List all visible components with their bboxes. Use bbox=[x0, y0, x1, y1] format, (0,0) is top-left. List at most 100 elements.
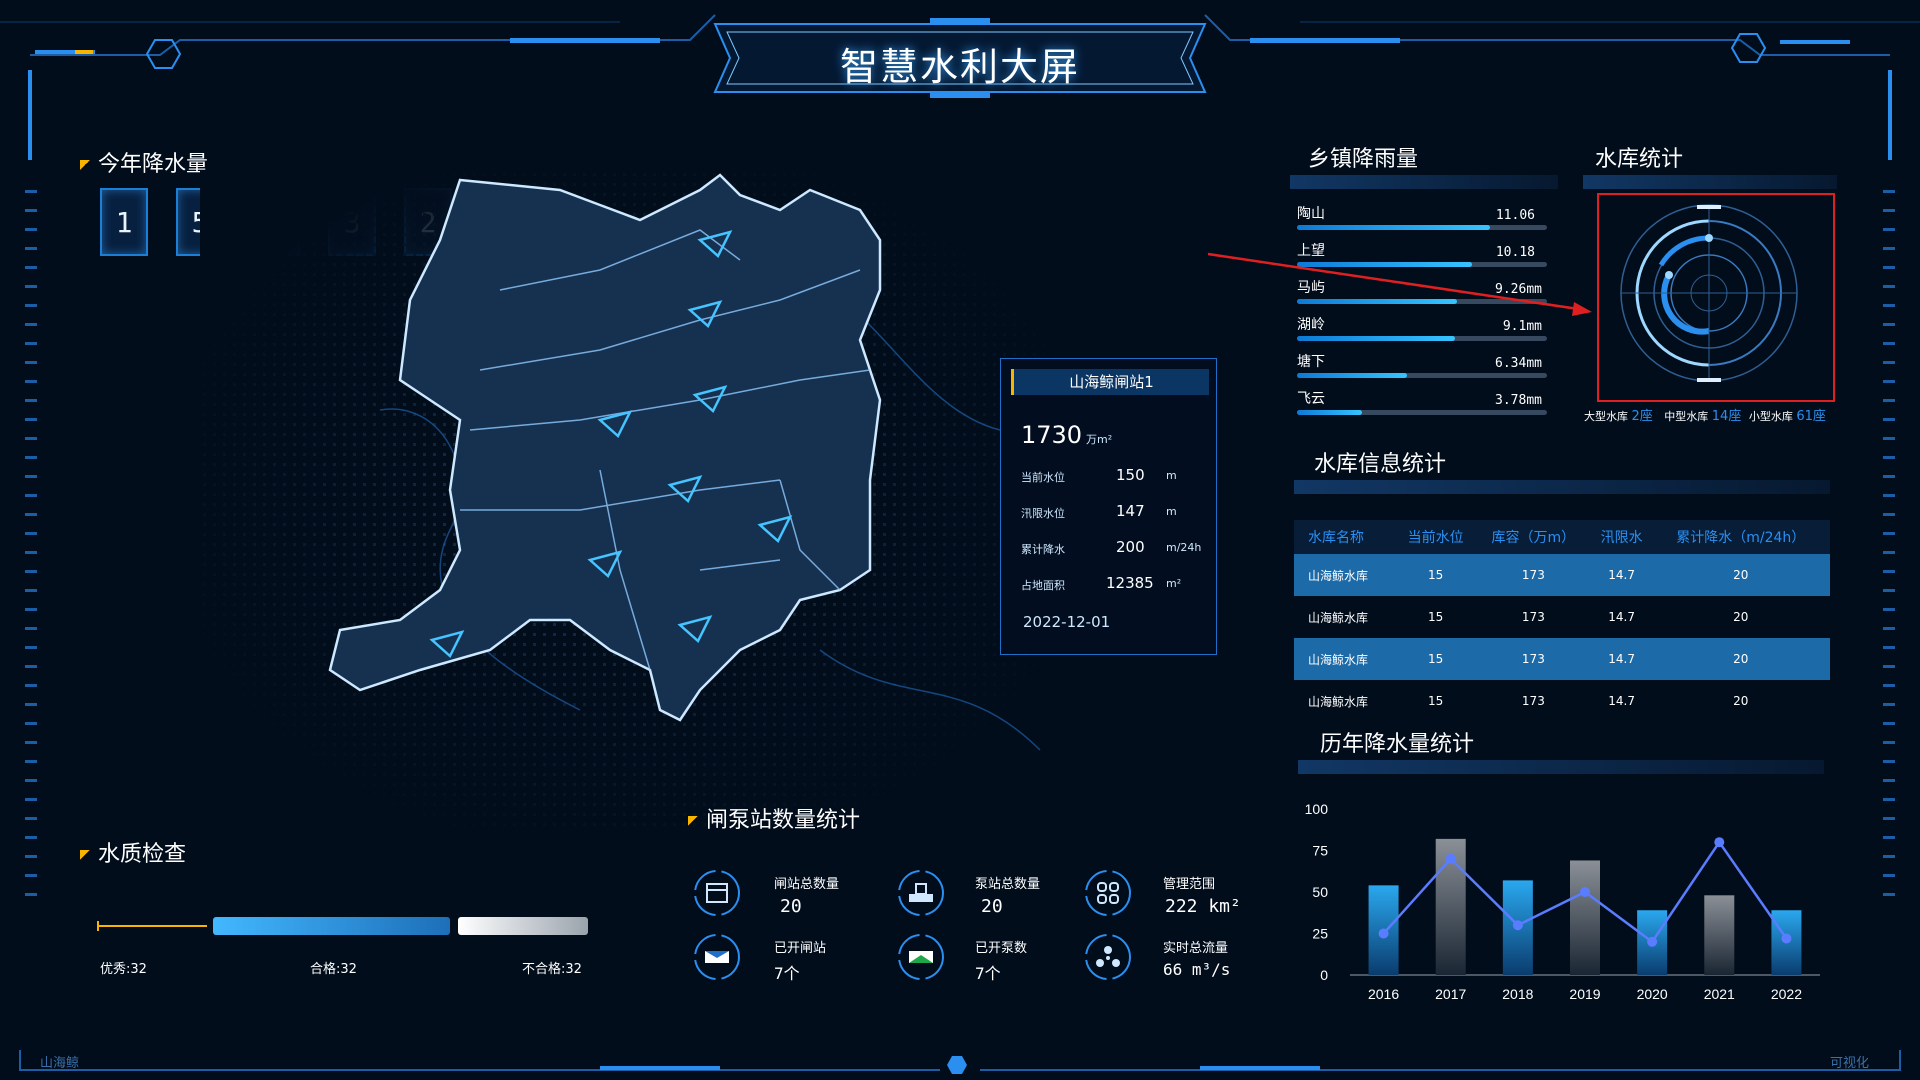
gate-icon bbox=[694, 870, 740, 916]
table-cell: 山海鲸水库 bbox=[1308, 610, 1369, 625]
stat-value: 20 bbox=[780, 896, 802, 917]
open-gate-icon bbox=[694, 934, 740, 980]
table-cell: 14.7 bbox=[1608, 694, 1635, 708]
table-cell: 15 bbox=[1396, 554, 1476, 596]
town-rain-value: 9.1mm bbox=[1502, 319, 1542, 334]
reservoir-stats-header: 水库统计 bbox=[1583, 141, 1837, 189]
town-rain-bar bbox=[1297, 373, 1547, 378]
section-marker-icon bbox=[688, 816, 698, 826]
table-cell: 15 bbox=[1427, 610, 1444, 624]
quality-bar-pass bbox=[213, 917, 450, 935]
section-marker-icon bbox=[80, 160, 90, 170]
stat-label: 已开闸站 bbox=[774, 941, 827, 956]
reservoir-radar-icon bbox=[1620, 204, 1798, 382]
x-tick-label: 2017 bbox=[1435, 986, 1466, 1002]
right-accent-bar bbox=[1888, 70, 1892, 160]
town-name: 飞云 bbox=[1297, 391, 1325, 407]
column-header: 水库名称 bbox=[1294, 520, 1397, 554]
title-frame: 智慧水利大屏 bbox=[705, 18, 1215, 98]
town-rain-fill bbox=[1297, 373, 1407, 378]
town-rain-fill bbox=[1297, 336, 1455, 341]
line-point bbox=[1714, 837, 1725, 848]
stat-value: 7个 bbox=[975, 964, 1001, 983]
quality-bar-fail bbox=[458, 917, 588, 935]
left-side-ticks bbox=[25, 190, 37, 912]
stat-value: 20 bbox=[981, 896, 1003, 917]
town-rain-fill bbox=[1297, 410, 1362, 415]
table-cell: 15 bbox=[1396, 638, 1476, 680]
open-pump-icon bbox=[898, 934, 944, 980]
x-tick-label: 2022 bbox=[1771, 986, 1802, 1002]
popup-date: 2022-12-01 bbox=[1023, 613, 1111, 631]
legend-label: 中型水库 bbox=[1664, 410, 1709, 423]
legend-value: 2座 bbox=[1631, 409, 1653, 424]
line-point bbox=[1580, 887, 1590, 897]
section-marker-icon bbox=[80, 850, 90, 860]
flow-icon bbox=[1085, 934, 1131, 980]
town-rain-bar bbox=[1297, 225, 1547, 230]
water-quality-title: 水质检查 bbox=[80, 836, 186, 868]
popup-unit: m² bbox=[1166, 577, 1182, 590]
town-rain-value: 3.78mm bbox=[1495, 393, 1542, 408]
column-header: 累计降水（m/24h） bbox=[1651, 520, 1830, 554]
chart-title: 历年降水量统计 bbox=[1320, 732, 1475, 757]
table-cell: 20 bbox=[1651, 554, 1830, 596]
x-tick-label: 2016 bbox=[1368, 986, 1399, 1002]
line-point bbox=[1445, 853, 1456, 864]
stat-label: 闸站总数量 bbox=[774, 877, 840, 892]
y-tick-label: 50 bbox=[1312, 884, 1328, 900]
legend-label: 大型水库 bbox=[1584, 410, 1628, 423]
table-row[interactable]: 山海鲸水库 15 173 14.7 20 bbox=[1294, 554, 1830, 596]
popup-value: 150 bbox=[1116, 466, 1145, 484]
stat-value: 7个 bbox=[774, 964, 800, 983]
table-row[interactable]: 山海鲸水库 15 173 14.7 20 bbox=[1294, 638, 1830, 680]
stat-label: 已开泵数 bbox=[975, 941, 1028, 956]
quality-label-fail: 不合格:32 bbox=[522, 962, 582, 977]
stat-value: 222 km² bbox=[1165, 896, 1241, 917]
column-header: 库容（万m） bbox=[1475, 520, 1592, 554]
town-rain-value: 11.06 bbox=[1495, 208, 1535, 223]
legend-value: 14座 bbox=[1711, 409, 1742, 424]
table-cell: 15 bbox=[1427, 694, 1444, 708]
page-title: 智慧水利大屏 bbox=[839, 45, 1080, 89]
bar bbox=[1570, 860, 1600, 975]
table-row[interactable]: 山海鲸水库 15 173 14.7 20 bbox=[1294, 596, 1830, 638]
y-tick-label: 0 bbox=[1320, 967, 1328, 983]
stat-label: 实时总流量 bbox=[1163, 941, 1229, 956]
table-row[interactable]: 山海鲸水库 15 173 14.7 20 bbox=[1294, 680, 1830, 722]
popup-label: 当前水位 bbox=[1021, 471, 1065, 484]
region-map[interactable] bbox=[180, 150, 1080, 850]
reservoir-info-table: 水库名称 当前水位 库容（万m） 汛限水 累计降水（m/24h） 山海鲸水库 1… bbox=[1294, 520, 1830, 722]
legend-label: 小型水库 bbox=[1748, 410, 1793, 423]
popup-area-unit: 万m² bbox=[1086, 433, 1113, 446]
bar bbox=[1704, 895, 1735, 975]
quality-bar-cap bbox=[97, 921, 99, 931]
popup-label: 累计降水 bbox=[1021, 543, 1065, 556]
column-header: 当前水位 bbox=[1396, 520, 1476, 554]
gate-stats-title-text: 闸泵站数量统计 bbox=[706, 808, 861, 833]
y-tick-label: 25 bbox=[1312, 926, 1328, 942]
popup-title: 山海鲸闸站1 bbox=[1011, 369, 1209, 395]
legend-value: 61座 bbox=[1796, 409, 1826, 424]
popup-area-value: 1730 bbox=[1021, 421, 1083, 449]
stat-label: 管理范围 bbox=[1163, 877, 1216, 892]
quality-bar-excellent bbox=[97, 925, 207, 927]
town-rainfall-title: 乡镇降雨量 bbox=[1308, 147, 1419, 172]
right-side-ticks bbox=[1883, 190, 1895, 912]
footer-right-tag: 可视化 bbox=[1830, 1056, 1870, 1071]
town-rainfall-header: 乡镇降雨量 bbox=[1290, 141, 1558, 189]
reservoir-legend: 大型水库 2座 中型水库 14座 小型水库 61座 bbox=[1584, 405, 1826, 424]
quality-label-pass: 合格:32 bbox=[310, 962, 357, 977]
town-name: 塘下 bbox=[1297, 354, 1325, 370]
water-quality-title-text: 水质检查 bbox=[98, 842, 187, 867]
reservoir-info-header: 水库信息统计 bbox=[1294, 446, 1830, 494]
station-popup[interactable]: 山海鲸闸站1 1730 万m² 当前水位 150 m 汛限水位 147 m 累计… bbox=[1000, 358, 1217, 655]
reservoir-radar-panel[interactable] bbox=[1597, 193, 1835, 402]
footer-frame bbox=[19, 1050, 1901, 1074]
table-cell: 14.7 bbox=[1608, 610, 1635, 624]
popup-label: 汛限水位 bbox=[1021, 507, 1065, 520]
popup-value: 12385 bbox=[1106, 574, 1154, 592]
town-rain-fill bbox=[1297, 225, 1490, 230]
table-cell: 山海鲸水库 bbox=[1294, 554, 1397, 596]
table-cell: 20 bbox=[1651, 638, 1830, 680]
